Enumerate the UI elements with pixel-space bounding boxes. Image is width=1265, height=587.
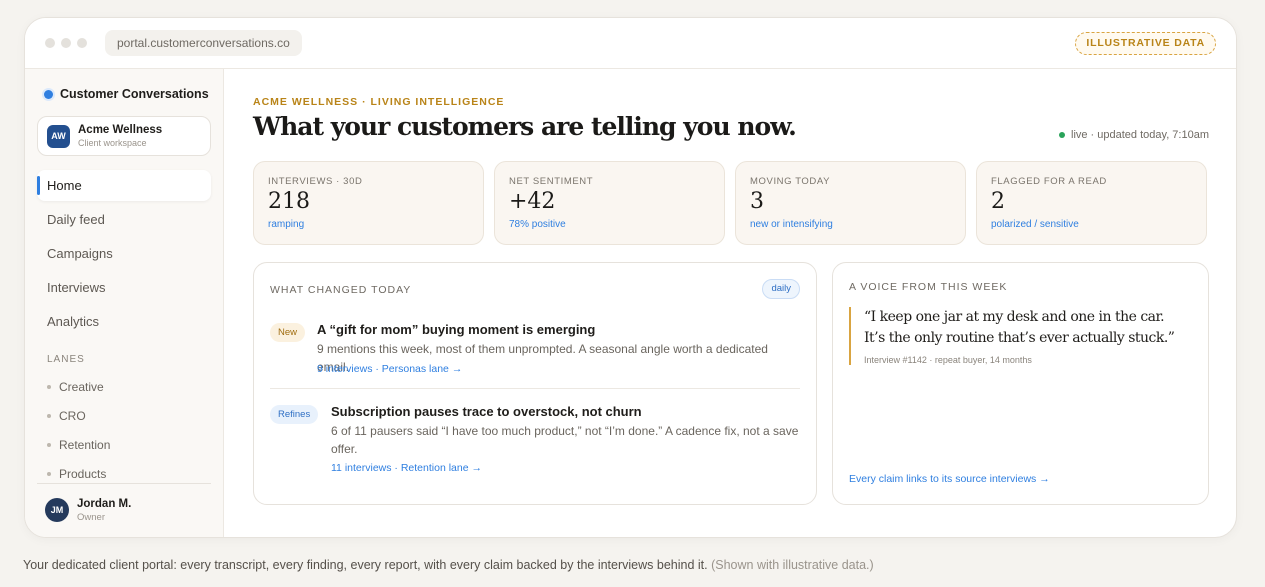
customer-quote: “I keep one jar at my desk and one in th… [864,309,1175,346]
workspace-switcher[interactable]: AW Acme Wellness Client workspace [37,116,211,156]
stat-sub: new or intensifying [750,219,833,230]
lane-label: Retention [59,437,111,452]
stat-card-net-sentiment[interactable]: NET SENTIMENT +42 78% positive [494,161,725,245]
bullet-icon [47,384,51,389]
change-body: 6 of 11 pausers said “I have too much pr… [331,424,799,456]
refines-badge: Refines [270,405,319,424]
caption-text: Your dedicated client portal: every tran… [23,558,708,572]
live-dot-icon [1059,132,1065,138]
quote-meta: Interview #1142 · repeat buyer, 14 month… [864,355,1032,365]
lane-label: CRO [59,408,86,423]
app-window: portal.customerconversations.co ILLUSTRA… [24,17,1237,538]
live-status-text: live · updated today, 7:10am [1071,129,1209,141]
brand-name: Customer Conversations [60,87,209,101]
user-name[interactable]: Jordan M. [77,498,131,510]
new-badge: New [270,323,306,342]
user-avatar[interactable]: JM [45,498,69,522]
stat-value: +42 [509,189,556,214]
url-bar[interactable]: portal.customerconversations.co [105,30,302,56]
zoom-dot-icon[interactable] [77,38,87,48]
stat-label: FLAGGED FOR A READ [991,176,1107,187]
bullet-icon [47,471,51,476]
main-content: ACME WELLNESS · LIVING INTELLIGENCE What… [225,69,1236,537]
stat-sub: polarized / sensitive [991,219,1079,230]
sidebar-item-home[interactable]: Home [37,170,211,201]
lane-retention[interactable]: Retention [47,430,110,459]
minimize-dot-icon[interactable] [61,38,71,48]
window-controls [45,38,87,48]
lane-cro[interactable]: CRO [47,401,110,430]
item-divider [270,388,800,389]
stat-label: NET SENTIMENT [509,176,594,187]
lanes-heading: LANES [47,354,85,365]
stat-card-flagged[interactable]: FLAGGED FOR A READ 2 polarized / sensiti… [976,161,1207,245]
lane-label: Creative [59,379,104,394]
workspace-avatar: AW [47,125,70,148]
daily-pill[interactable]: daily [762,279,800,299]
page-caption: Your dedicated client portal: every tran… [23,558,874,572]
close-dot-icon[interactable] [45,38,55,48]
sidebar-item-interviews[interactable]: Interviews [37,272,211,303]
change-item[interactable]: New A “gift for mom” buying moment is em… [270,322,800,377]
panel-title: WHAT CHANGED TODAY [270,284,412,296]
live-status: live · updated today, 7:10am [1059,129,1209,141]
stat-sub: 78% positive [509,219,566,230]
stat-card-interviews[interactable]: INTERVIEWS · 30D 218 ramping [253,161,484,245]
lane-label: Products [59,466,107,481]
stat-card-moving-today[interactable]: MOVING TODAY 3 new or intensifying [735,161,966,245]
workspace-name: Acme Wellness [78,124,163,136]
caption-note: (Shown with illustrative data.) [711,558,874,572]
sidebar: Customer Conversations AW Acme Wellness … [25,69,224,537]
stat-label: MOVING TODAY [750,176,831,187]
change-title: Subscription pauses trace to overstock, … [331,404,642,419]
lanes-list: Creative CRO Retention Products [47,372,110,488]
change-source-link[interactable]: 11 interviews · Retention lane → [331,462,482,474]
page-title: What your customers are telling you now. [253,112,797,141]
sidebar-nav: Home Daily feed Campaigns Interviews Ana… [37,170,211,340]
stat-value: 2 [991,189,1005,214]
stat-value: 3 [750,189,764,214]
workspace-subtitle: Client workspace [78,138,147,148]
browser-chrome: portal.customerconversations.co ILLUSTRA… [25,18,1236,69]
page-eyebrow: ACME WELLNESS · LIVING INTELLIGENCE [253,96,505,108]
sidebar-divider [37,483,211,484]
change-source-link[interactable]: 9 interviews · Personas lane → [317,363,462,375]
quote-block: “I keep one jar at my desk and one in th… [849,307,1179,365]
what-changed-panel: WHAT CHANGED TODAY daily New A “gift for… [253,262,817,505]
bullet-icon [47,413,51,418]
sidebar-item-analytics[interactable]: Analytics [37,306,211,337]
lane-creative[interactable]: Creative [47,372,110,401]
change-item[interactable]: Refines Subscription pauses trace to ove… [270,404,800,479]
illustrative-data-badge: ILLUSTRATIVE DATA [1075,32,1216,55]
stat-sub: ramping [268,219,305,230]
user-role: Owner [77,512,105,523]
voice-panel: A VOICE FROM THIS WEEK “I keep one jar a… [832,262,1209,505]
brand[interactable]: Customer Conversations [44,87,209,101]
brand-dot-icon [44,89,53,99]
stats-row: INTERVIEWS · 30D 218 ramping NET SENTIME… [253,161,1207,245]
change-title: A “gift for mom” buying moment is emergi… [317,322,596,337]
stat-label: INTERVIEWS · 30D [268,176,363,187]
panel-title: A VOICE FROM THIS WEEK [849,281,1008,293]
source-interviews-link[interactable]: Every claim links to its source intervie… [849,473,1050,485]
sidebar-item-daily-feed[interactable]: Daily feed [37,204,211,235]
sidebar-item-campaigns[interactable]: Campaigns [37,238,211,269]
bullet-icon [47,442,51,447]
stat-value: 218 [268,189,310,214]
